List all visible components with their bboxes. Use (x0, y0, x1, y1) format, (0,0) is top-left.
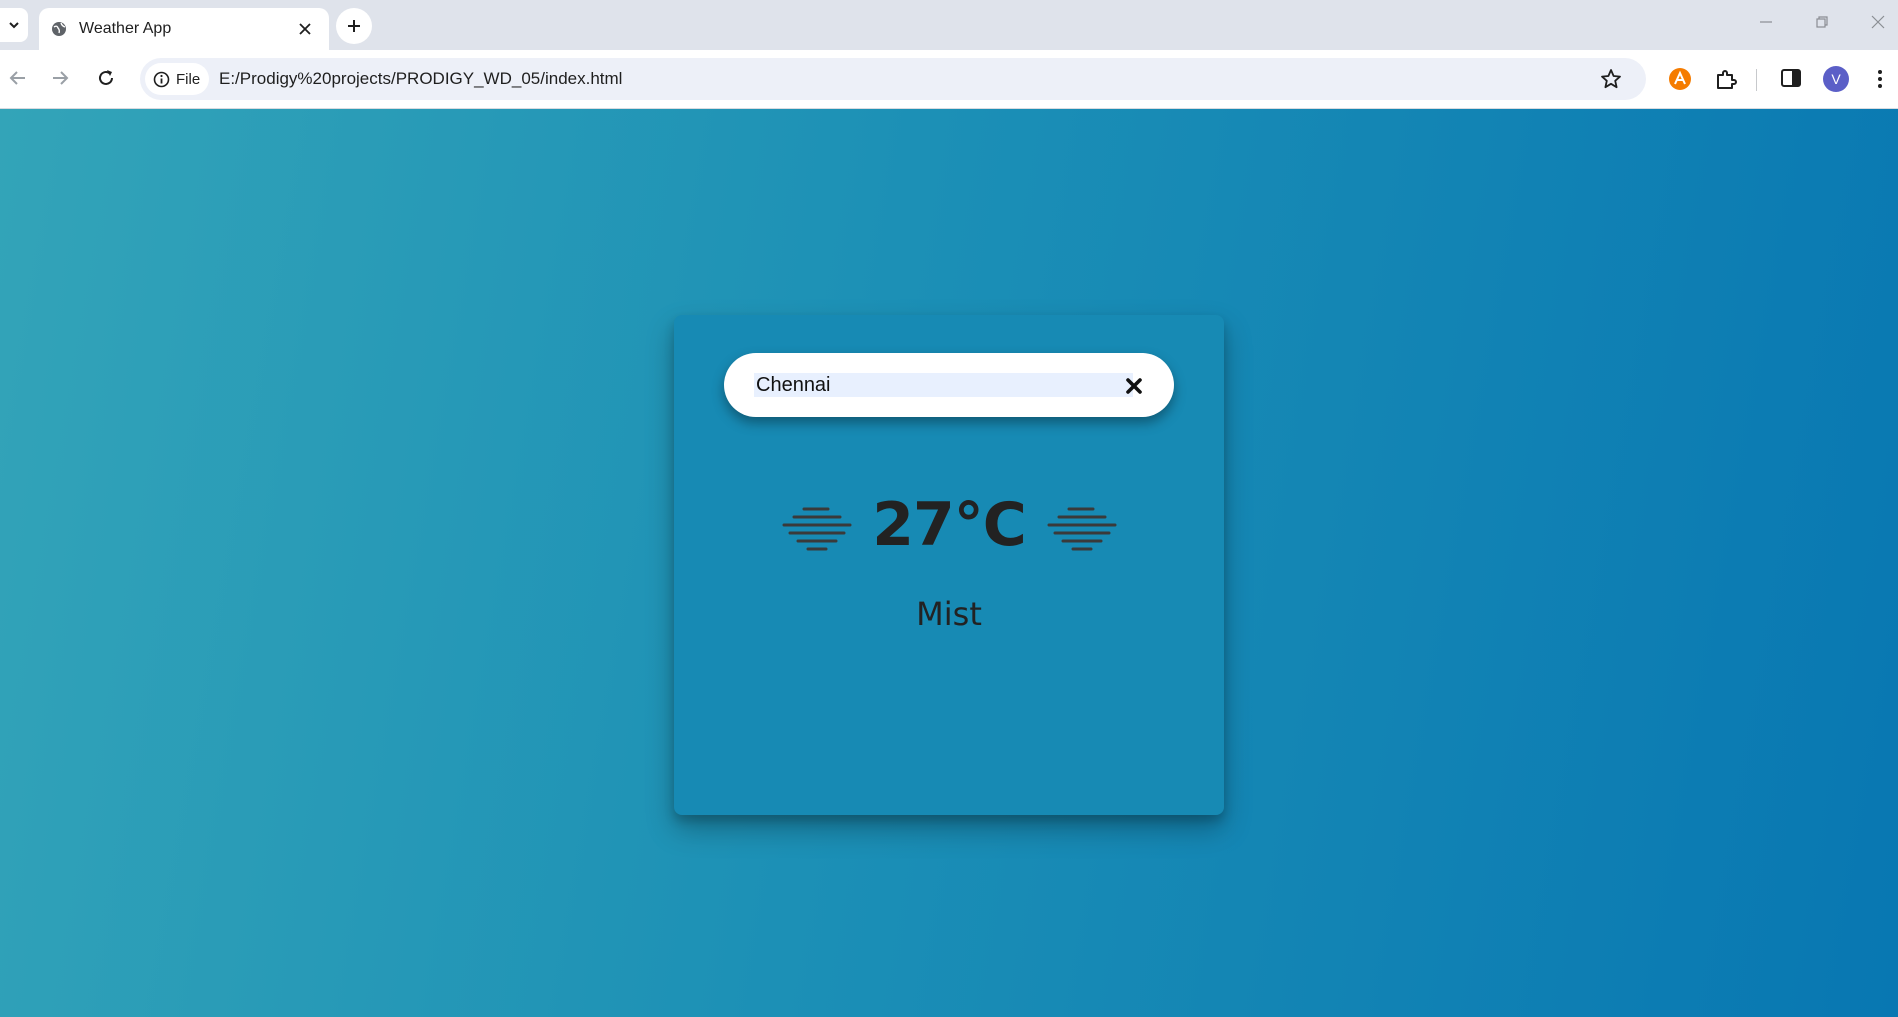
extension-app-icon[interactable] (1668, 67, 1692, 91)
restore-icon[interactable] (1814, 14, 1830, 30)
clear-search-button[interactable] (1119, 371, 1149, 401)
extensions-puzzle-icon[interactable] (1714, 67, 1738, 91)
browser-toolbar: File E:/Prodigy%20projects/PRODIGY_WD_05… (0, 50, 1898, 109)
site-chip-label: File (176, 70, 201, 88)
page-viewport: 27°C Mist (0, 109, 1898, 1017)
city-search-input[interactable] (754, 373, 1133, 397)
minimize-icon[interactable] (1758, 14, 1774, 30)
bookmark-star-icon[interactable] (1600, 68, 1622, 90)
new-tab-button[interactable] (336, 8, 372, 44)
tab-strip: Weather App (0, 0, 1898, 50)
search-box (724, 353, 1174, 417)
plus-icon (348, 20, 360, 32)
forward-icon[interactable] (50, 68, 70, 88)
reload-icon[interactable] (96, 68, 116, 88)
tab-close-icon[interactable] (297, 21, 313, 37)
site-info-chip[interactable]: File (145, 63, 209, 95)
info-icon (153, 71, 170, 87)
window-close-icon[interactable] (1870, 14, 1886, 30)
tab-search-button[interactable] (0, 8, 28, 42)
temperature-value: 27°C (872, 490, 1027, 560)
tab-weather-app[interactable]: Weather App (39, 8, 329, 50)
chevron-down-icon (9, 22, 19, 29)
toolbar-divider (1756, 69, 1757, 91)
close-icon (1126, 378, 1142, 394)
profile-avatar[interactable]: V (1823, 66, 1849, 92)
weather-summary: 27°C (674, 490, 1224, 560)
weather-card: 27°C Mist (674, 315, 1224, 815)
mist-icon (1047, 507, 1117, 551)
more-menu-icon[interactable] (1870, 67, 1890, 91)
back-icon[interactable] (8, 68, 28, 88)
weather-condition: Mist (916, 595, 982, 633)
side-panel-icon[interactable] (1780, 67, 1802, 89)
tab-title: Weather App (79, 20, 172, 37)
address-bar[interactable]: File E:/Prodigy%20projects/PRODIGY_WD_05… (140, 58, 1646, 100)
url-text[interactable]: E:/Prodigy%20projects/PRODIGY_WD_05/inde… (219, 69, 622, 89)
globe-icon (52, 22, 66, 36)
